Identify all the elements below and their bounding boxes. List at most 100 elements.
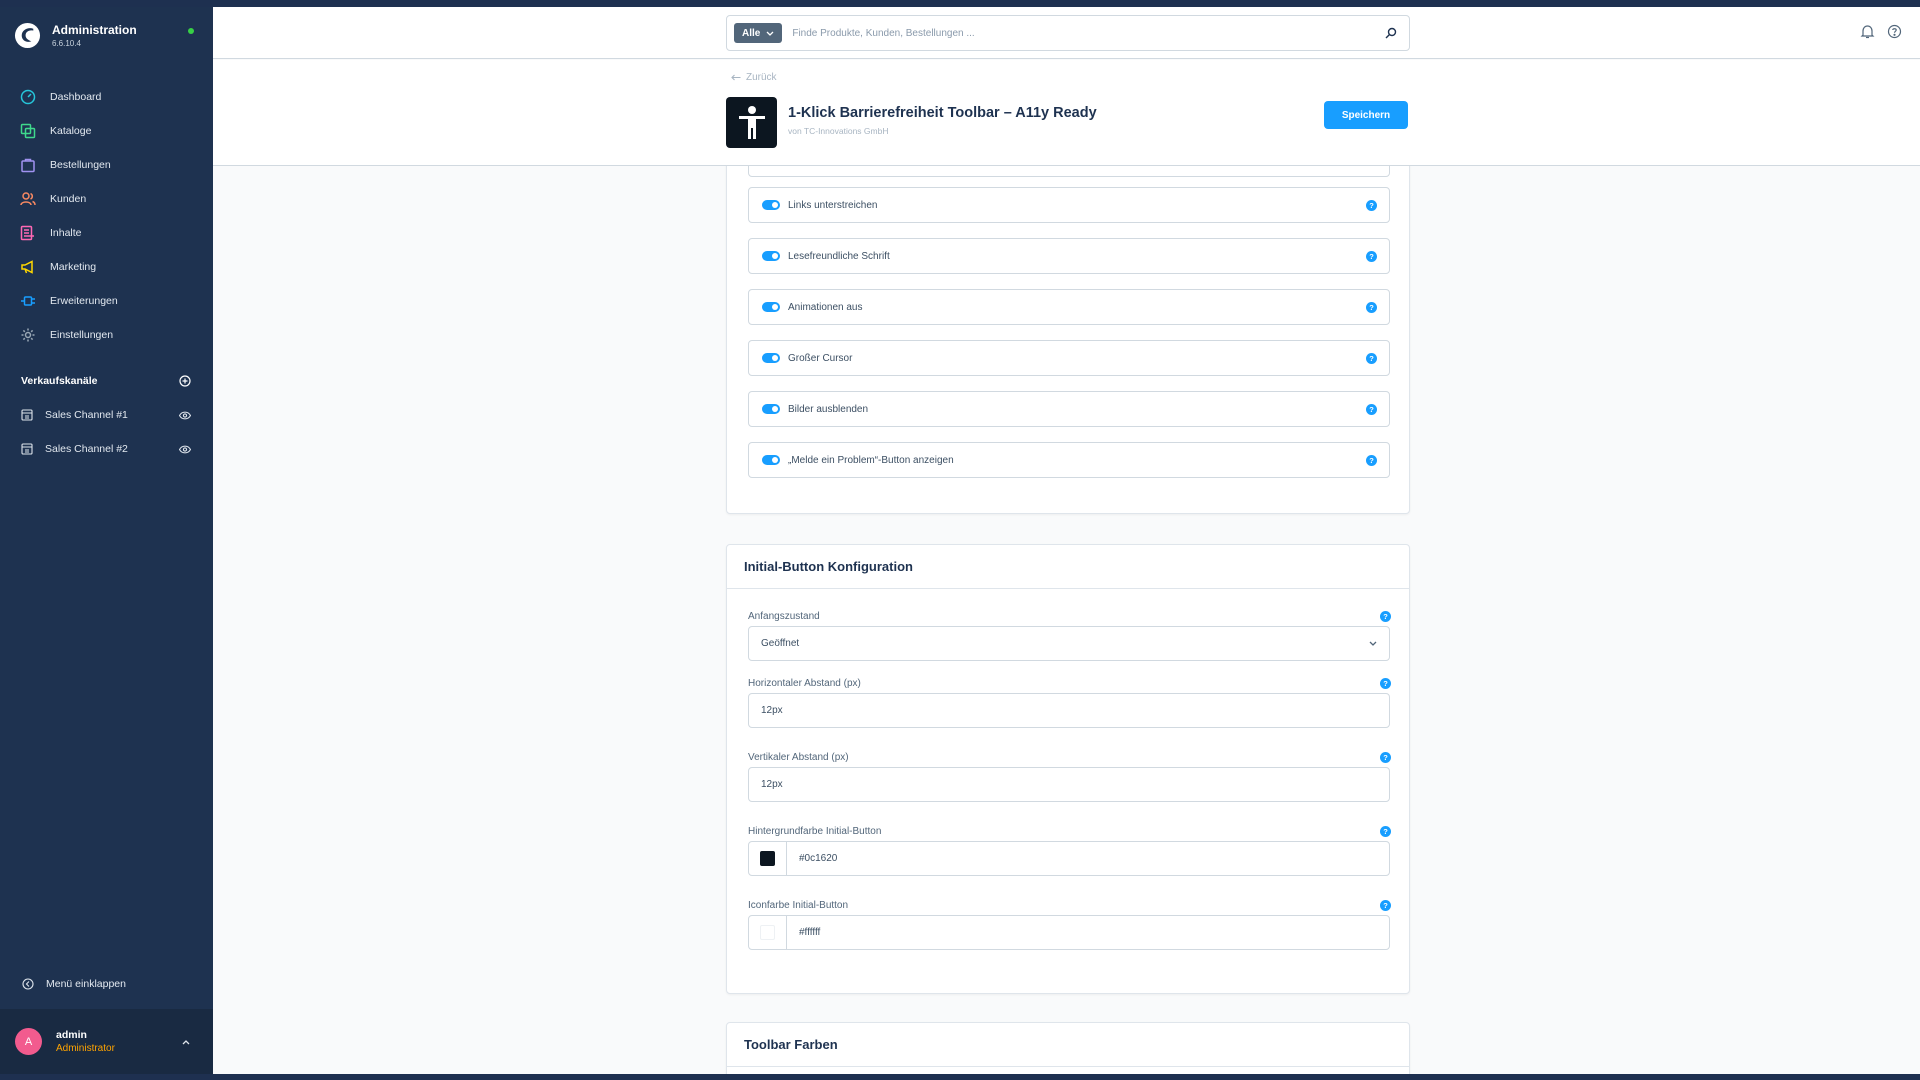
help-icon[interactable]: ? — [1366, 250, 1377, 262]
help-icon[interactable]: ? — [1366, 454, 1377, 466]
add-sales-channel-icon[interactable] — [179, 375, 191, 387]
select-value: Geöffnet — [761, 638, 800, 649]
nav-item-catalog[interactable]: Kataloge — [0, 114, 213, 148]
help-icon[interactable]: ? — [1380, 752, 1391, 763]
nav-item-label: Kataloge — [50, 125, 92, 137]
extension-title: 1-Klick Barrierefreiheit Toolbar – A11y … — [788, 105, 1097, 121]
help-icon[interactable]: ? — [1366, 199, 1377, 211]
nav-item-label: Marketing — [50, 261, 97, 273]
eye-icon[interactable] — [179, 445, 191, 454]
save-button[interactable]: Speichern — [1324, 101, 1408, 129]
nav-item-extensions[interactable]: Erweiterungen — [0, 284, 213, 318]
field-value: 12px — [761, 779, 783, 790]
orders-icon — [21, 158, 35, 173]
initial-button-card: Initial-Button Konfiguration Anfangszust… — [726, 544, 1410, 994]
help-icon[interactable]: ? — [1380, 826, 1391, 837]
nav-item-label: Inhalte — [50, 227, 82, 239]
catalog-icon — [20, 123, 36, 139]
brand[interactable]: Administration 6.6.10.4 — [14, 22, 137, 49]
search-type-dropdown[interactable]: Alle — [734, 23, 783, 43]
help-icon[interactable]: ? — [1380, 900, 1391, 911]
field-label: Hintergrundfarbe Initial-Button — [748, 826, 882, 837]
megaphone-icon — [21, 260, 33, 274]
plug-icon — [21, 296, 35, 306]
app-version: 6.6.10.4 — [52, 39, 81, 48]
collapse-menu-button[interactable]: Menü einklappen — [22, 978, 126, 990]
sales-channel-item[interactable]: Sales Channel #2 — [0, 432, 213, 466]
switch-label: Großer Cursor — [788, 352, 853, 364]
toggle-switch[interactable] — [762, 251, 780, 261]
bell-icon[interactable] — [1860, 24, 1875, 39]
nav-item-label: Kunden — [50, 193, 87, 205]
nav-item-content[interactable]: Inhalte — [0, 216, 213, 250]
field-label: Anfangszustand — [748, 611, 820, 622]
app-title: Administration — [52, 23, 137, 37]
nav-item-label: Bestellungen — [50, 159, 111, 171]
color-picker-trigger[interactable] — [749, 916, 787, 949]
sales-channel-item[interactable]: Sales Channel #1 — [0, 398, 213, 432]
color-picker-trigger[interactable] — [749, 842, 787, 875]
switch-row[interactable]: Links unterstreichen ? — [748, 187, 1390, 223]
switch-row[interactable]: Großer Cursor ? — [748, 340, 1390, 376]
horizontal-spacing-field[interactable]: 12px — [748, 693, 1390, 728]
storefront-icon — [21, 443, 33, 455]
switch-row[interactable]: Lesefreundliche Schrift ? — [748, 238, 1390, 274]
nav-item-dashboard[interactable]: Dashboard — [0, 80, 213, 114]
color-swatch — [760, 851, 775, 866]
color-swatch — [760, 925, 775, 940]
collapse-menu-label: Menü einklappen — [46, 978, 126, 990]
collapse-arrow-icon — [22, 978, 34, 990]
user-name: admin — [56, 1029, 87, 1041]
background-color-field[interactable]: #0c1620 — [748, 841, 1390, 876]
top-frame-line — [0, 0, 1920, 7]
dashboard-icon — [20, 89, 36, 105]
help-icon[interactable]: ? — [1366, 403, 1377, 415]
chevron-up-icon — [182, 1039, 190, 1044]
user-role: Administrator — [56, 1043, 115, 1054]
help-icon[interactable]: ? — [1366, 352, 1377, 364]
switch-row[interactable]: Animationen aus ? — [748, 289, 1390, 325]
search-submit[interactable] — [1373, 27, 1409, 39]
nav-item-settings[interactable]: Einstellungen — [0, 318, 213, 352]
chevron-down-icon — [1369, 641, 1377, 646]
card-title: Initial-Button Konfiguration — [727, 545, 1409, 589]
global-search: Alle — [726, 15, 1410, 51]
back-link[interactable]: Zurück — [731, 72, 777, 83]
customers-icon — [20, 192, 36, 206]
field-label: Iconfarbe Initial-Button — [748, 900, 849, 911]
sales-channels-title: Verkaufskanäle — [21, 375, 98, 387]
sidebar: Administration 6.6.10.4 Dashboard Katalo… — [0, 0, 213, 1080]
toggle-switch[interactable] — [762, 455, 780, 465]
switch-label: „Melde ein Problem“-Button anzeigen — [788, 454, 954, 466]
nav-item-customers[interactable]: Kunden — [0, 182, 213, 216]
vertical-spacing-field[interactable]: 12px — [748, 767, 1390, 802]
card-title: Toolbar Farben — [727, 1023, 1409, 1067]
nav-item-marketing[interactable]: Marketing — [0, 250, 213, 284]
eye-icon[interactable] — [179, 411, 191, 420]
switch-label: Lesefreundliche Schrift — [788, 250, 890, 262]
switch-row[interactable]: „Melde ein Problem“-Button anzeigen ? — [748, 442, 1390, 478]
nav-item-orders[interactable]: Bestellungen — [0, 148, 213, 182]
feature-switches-card: Links unterstreichen ? Lesefreundliche S… — [726, 166, 1410, 514]
switch-label: Bilder ausblenden — [788, 403, 869, 415]
switch-row[interactable]: Bilder ausblenden ? — [748, 391, 1390, 427]
help-circle-icon[interactable] — [1887, 24, 1902, 39]
user-menu[interactable]: A admin Administrator — [0, 1009, 213, 1074]
search-input[interactable] — [792, 27, 1373, 39]
initial-state-select[interactable]: Geöffnet — [748, 626, 1390, 661]
help-icon[interactable]: ? — [1380, 611, 1391, 622]
toggle-switch[interactable] — [762, 404, 780, 414]
toggle-switch[interactable] — [762, 302, 780, 312]
help-icon[interactable]: ? — [1366, 301, 1377, 313]
icon-color-field[interactable]: #ffffff — [748, 915, 1390, 950]
field-label: Vertikaler Abstand (px) — [748, 752, 849, 763]
toggle-switch[interactable] — [762, 200, 780, 210]
storefront-icon — [21, 409, 33, 421]
extension-vendor: von TC-Innovations GmbH — [788, 126, 889, 136]
help-icon[interactable]: ? — [1380, 678, 1391, 689]
sales-channels-header: Verkaufskanäle — [21, 375, 191, 387]
toggle-switch[interactable] — [762, 353, 780, 363]
smart-bar: Zurück 1-Klick Barrierefreiheit Toolbar … — [213, 60, 1920, 166]
sales-channel-list: Sales Channel #1 Sales Channel #2 — [0, 398, 213, 466]
online-status-dot — [188, 28, 194, 34]
